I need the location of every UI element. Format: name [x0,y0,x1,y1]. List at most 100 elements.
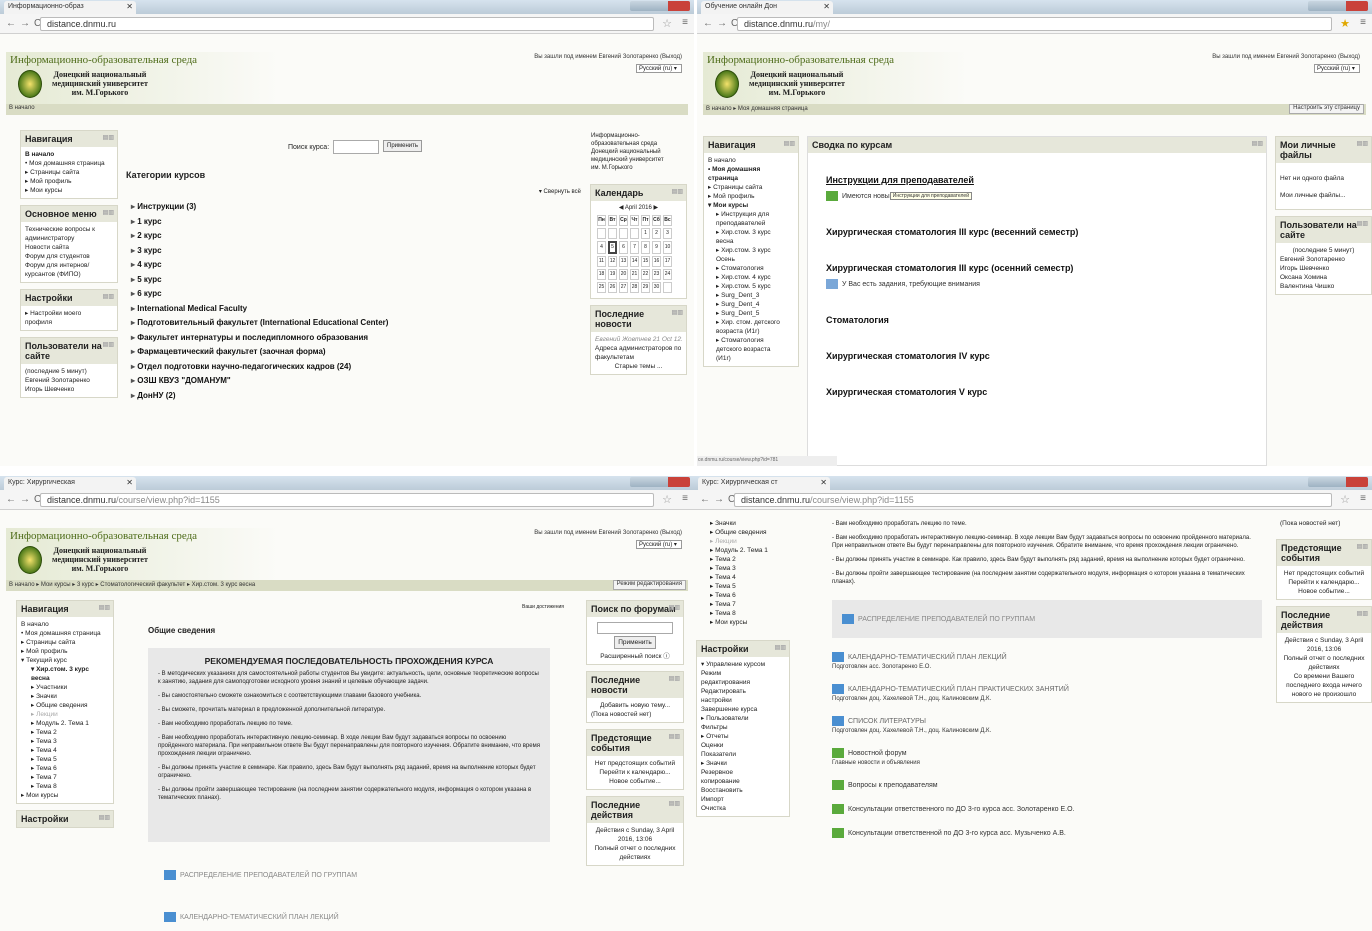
new-posts-note[interactable]: Имеются новы Инструкции для преподавателе… [826,191,1248,201]
bookmark-star-icon[interactable]: ☆ [1340,493,1350,506]
user-name[interactable]: Игорь Шевченко [1280,264,1367,273]
menu-item-intern-forum[interactable]: Форум для интернов/ [25,261,113,270]
browser-tab[interactable]: Курс: Хирургическая ✕ [4,477,136,490]
calendar-day[interactable] [619,228,628,239]
nav-my-home[interactable]: • Моя домашняя страница [25,159,113,168]
bookmark-star-icon[interactable]: ★ [1340,17,1350,30]
nav-item[interactable]: ▸ Тема 4 [710,573,786,582]
menu-item-intern-forum-2[interactable]: курсантов (ФИПО) [25,270,113,279]
category-link[interactable]: 3 курс [131,244,388,259]
nav-item[interactable]: • Моя домашняя [708,165,794,174]
nav-site-pages[interactable]: ▸ Страницы сайта [25,168,113,177]
resource-link[interactable]: КАЛЕНДАРНО-ТЕМАТИЧЕСКИЙ ПЛАН ПРАКТИЧЕСКИ… [832,684,1262,694]
customize-page-button[interactable]: Настроить эту страницу [1289,104,1364,114]
nav-item[interactable]: ▸ Тема 8 [710,609,786,618]
nav-item[interactable]: ▸ Surg_Dent_5 [708,309,794,318]
calendar-day[interactable] [630,228,639,239]
calendar-day[interactable] [663,282,672,293]
collapse-all[interactable]: ▾ Свернуть всё [539,188,581,195]
calendar-link[interactable]: Перейти к календарю... [591,768,679,777]
nav-item[interactable]: ▸ Тема 8 [21,782,109,791]
window-controls[interactable] [1308,477,1368,487]
resource-link[interactable]: РАСПРЕДЕЛЕНИЕ ПРЕПОДАВАТЕЛЕЙ ПО ГРУППАМ [164,870,357,880]
nav-item[interactable]: страница [708,174,794,183]
add-topic-link[interactable]: Добавить новую тему... [591,701,679,710]
menu-item-student-forum[interactable]: Форум для студентов [25,252,113,261]
nav-home[interactable]: В начало [25,150,113,159]
site-title[interactable]: Информационно-образовательная среда [707,54,894,66]
browser-tab[interactable]: Курс: Хирургическая ст ✕ [698,477,830,490]
menu-icon[interactable]: ≡ [1360,493,1366,504]
category-link[interactable]: 6 курс [131,287,388,302]
calendar-day[interactable]: 17 [663,256,672,267]
nav-item[interactable]: ▸ Тема 5 [21,755,109,764]
resource-link[interactable]: Новостной форум [832,748,1262,758]
edit-mode-button[interactable]: Режим редактирования [612,580,686,590]
close-icon[interactable]: ✕ [126,478,133,487]
calendar-day[interactable]: 24 [663,269,672,280]
calendar-link[interactable]: Перейти к календарю... [1281,578,1367,587]
menu-icon[interactable]: ≡ [682,493,688,504]
settings-item[interactable]: Очистка [701,804,785,813]
nav-item[interactable]: ▸ Surg_Dent_3 [708,291,794,300]
task-note[interactable]: У Вас есть задания, требующие внимания [826,279,1248,289]
nav-item[interactable]: ▸ Страницы сайта [21,638,109,647]
resource-link[interactable]: КАЛЕНДАРНО-ТЕМАТИЧЕСКИЙ ПЛАН ЛЕКЦИЙ [164,912,339,922]
settings-item[interactable]: Режим [701,669,785,678]
calendar-day[interactable]: 10 [663,241,672,254]
new-event-link[interactable]: Новое событие... [1281,587,1367,596]
nav-item[interactable]: ▸ Лекции [710,537,786,546]
url-input[interactable]: distance.dnmu.ru/course/view.php?id=1155 [40,493,654,507]
resource-link[interactable]: Консультации ответственной по ДО 3-го ку… [832,828,1262,838]
nav-item[interactable]: ▸ Модуль 2. Тема 1 [21,719,109,728]
nav-item[interactable]: ▸ Общие сведения [21,701,109,710]
news-link[interactable]: Адреса администраторов по [595,344,682,353]
settings-item[interactable]: ▸ Отчеты [701,732,785,741]
menu-item-news[interactable]: Новости сайта [25,243,113,252]
nav-item[interactable]: ▸ Тема 7 [21,773,109,782]
nav-item[interactable]: ▾ Мои курсы [708,201,794,210]
full-report-link[interactable]: Полный отчет о последних [1281,654,1367,663]
resource-link[interactable]: КАЛЕНДАРНО-ТЕМАТИЧЕСКИЙ ПЛАН ЛЕКЦИЙ [832,652,1262,662]
nav-item[interactable]: ▸ Мои курсы [710,618,786,627]
course-title-link[interactable]: Хирургическая стоматология III курс (осе… [826,263,1248,273]
nav-item[interactable]: ▾ Хир.стом. 3 курс [21,665,109,674]
nav-item[interactable]: ▸ Тема 5 [710,582,786,591]
nav-item[interactable]: ▾ Текущий курс [21,656,109,665]
menu-item-tech[interactable]: Технические вопросы к [25,225,113,234]
category-link[interactable]: Подготовительный факультет (Internationa… [131,316,388,331]
settings-profile[interactable]: ▸ Настройки моего [25,309,113,318]
login-info[interactable]: Вы зашли под именем Евгений Золотаренко … [534,530,682,536]
nav-item[interactable]: ▸ Тема 4 [21,746,109,755]
nav-item[interactable]: ▸ Модуль 2. Тема 1 [710,546,786,555]
course-title-link[interactable]: Хирургическая стоматология IV курс [826,351,1248,361]
settings-item[interactable]: Восстановить [701,786,785,795]
category-link[interactable]: Отдел подготовки научно-педагогических к… [131,360,388,375]
window-controls[interactable] [630,477,690,487]
nav-item[interactable]: ▸ Surg_Dent_4 [708,300,794,309]
nav-item[interactable]: ▸ Стоматология [708,264,794,273]
nav-item[interactable]: весна [708,237,794,246]
calendar-day[interactable]: 21 [630,269,639,280]
settings-item[interactable]: Завершение курса [701,705,785,714]
calendar-day[interactable]: 8 [641,241,650,254]
resource-link[interactable]: Консультации ответственного по ДО 3-го к… [832,804,1262,814]
category-link[interactable]: International Medical Faculty [131,302,388,317]
calendar-day[interactable]: 28 [630,282,639,293]
calendar-day[interactable]: 25 [597,282,606,293]
bookmark-star-icon[interactable]: ☆ [662,17,672,30]
nav-item[interactable]: весна [21,674,109,683]
category-link[interactable]: 4 курс [131,258,388,273]
calendar-day[interactable]: 27 [619,282,628,293]
window-controls[interactable] [1308,1,1368,11]
prev-month-icon[interactable]: ◀ [619,205,624,211]
full-report-link[interactable]: Полный отчет о последних [591,844,679,853]
nav-item[interactable]: ▸ Значки [21,692,109,701]
calendar-day[interactable]: 5 [608,241,617,254]
nav-item[interactable]: ▸ Мой профиль [21,647,109,656]
category-link[interactable]: 1 курс [131,215,388,230]
calendar-day[interactable]: 1 [641,228,650,239]
search-button[interactable]: Применить [383,140,423,152]
forum-search-input[interactable] [597,622,673,634]
calendar-day[interactable]: 13 [619,256,628,267]
